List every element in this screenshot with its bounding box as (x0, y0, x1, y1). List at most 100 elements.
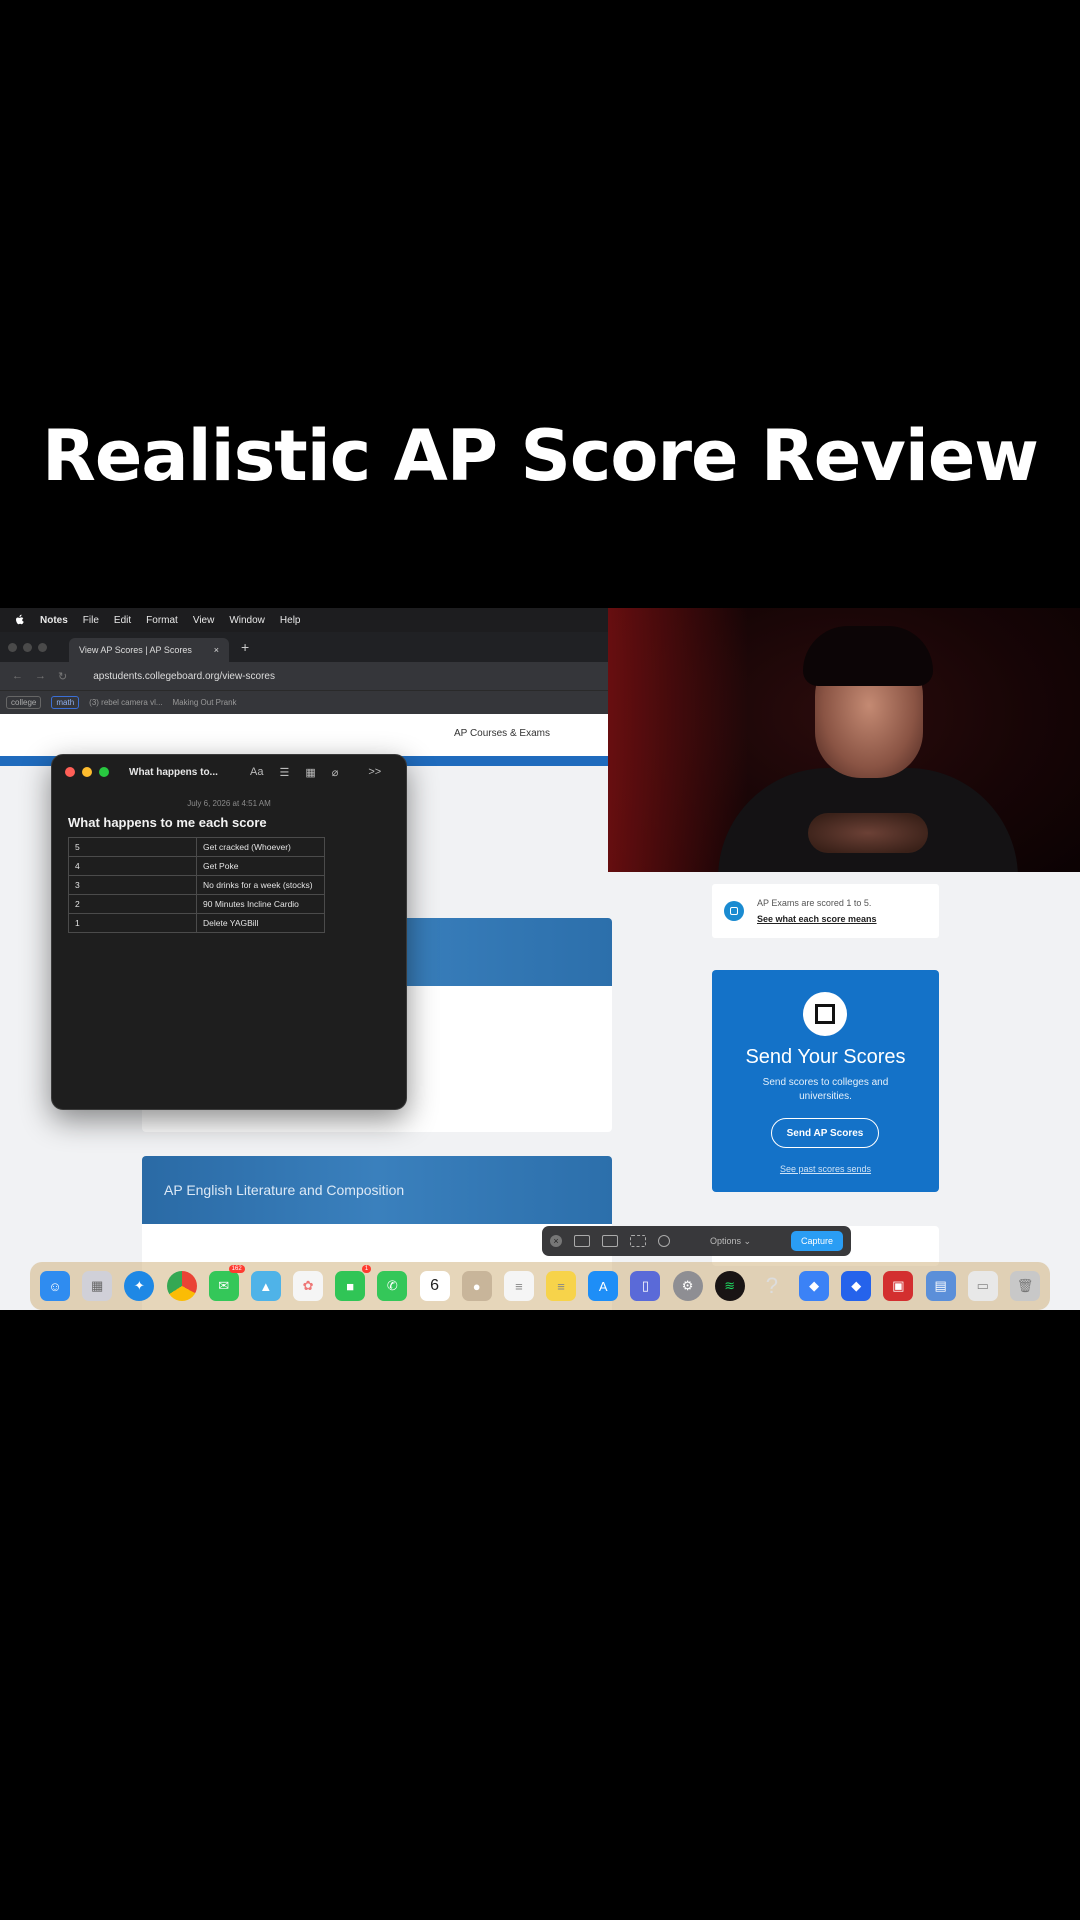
options-dropdown[interactable]: Options ⌄ (710, 1236, 751, 1247)
attachment-icon[interactable]: ⌀ (332, 766, 339, 779)
action-cell[interactable]: Get Poke (196, 856, 325, 876)
course-card-title: AP English Literature and Composition (164, 1182, 405, 1198)
facetime-icon[interactable]: ■ 1 (335, 1265, 372, 1301)
photo-booth-icon[interactable]: ▣ (883, 1271, 914, 1301)
tab-title: View AP Scores | AP Scores (79, 645, 192, 655)
note-heading[interactable]: What happens to me each score (68, 815, 267, 830)
browser-tab-active[interactable]: View AP Scores | AP Scores × (69, 638, 229, 662)
contacts-icon[interactable]: ● (461, 1271, 492, 1301)
bookmark-making-out-prank[interactable]: Making Out Prank (173, 698, 237, 707)
simulator-icon[interactable]: ▯ (630, 1271, 661, 1301)
close-icon[interactable]: × (550, 1235, 562, 1247)
capture-window-icon[interactable] (602, 1235, 618, 1247)
phone-icon[interactable]: ✆ (377, 1271, 408, 1301)
spotify-icon[interactable]: ≋ (714, 1271, 745, 1301)
browser-tab-bar: View AP Scores | AP Scores × + (0, 632, 608, 662)
score-cell[interactable]: 5 (68, 837, 197, 857)
maps-icon[interactable]: ▲ (250, 1271, 281, 1301)
apple-icon[interactable] (14, 614, 26, 626)
roblox-studio-icon[interactable]: ◆ (841, 1271, 872, 1301)
notes-icon[interactable]: ≡ (546, 1271, 577, 1301)
format-text-icon[interactable]: Aa (250, 766, 263, 778)
back-arrow-icon[interactable]: ← (12, 670, 23, 682)
app-store-icon[interactable]: A (588, 1271, 619, 1301)
screen-recording: Notes File Edit Format View Window Help … (0, 608, 1080, 1310)
send-scores-icon (803, 992, 847, 1036)
menu-app-notes[interactable]: Notes (40, 615, 68, 626)
score-cell[interactable]: 3 (68, 875, 197, 895)
downloads-icon[interactable]: ▭ (967, 1271, 998, 1301)
score-info-card: AP Exams are scored 1 to 5. See what eac… (712, 884, 939, 938)
table-icon[interactable]: ▦ (305, 766, 315, 779)
table-row[interactable]: 4 Get Poke (68, 856, 325, 876)
capture-button[interactable]: Capture (790, 1231, 843, 1251)
table-row[interactable]: 1 Delete YAGBill (68, 913, 325, 933)
safari-icon[interactable]: ✦ (124, 1271, 155, 1301)
send-scores-card: Send Your Scores Send scores to colleges… (712, 970, 939, 1192)
video-title: Realistic AP Score Review (42, 415, 1039, 497)
score-cell[interactable]: 1 (68, 913, 197, 933)
site-nav: AP Courses & Exams (0, 714, 608, 756)
system-settings-icon[interactable]: ⚙ (672, 1271, 703, 1301)
preview-icon[interactable]: ▤ (925, 1271, 956, 1301)
webcam-overlay (608, 608, 1080, 872)
notes-window[interactable]: What happens to... Aa ☰ ▦ ⌀ >> July 6, 2… (51, 754, 407, 1110)
action-cell[interactable]: Get cracked (Whoever) (196, 837, 325, 857)
notes-window-controls[interactable] (65, 767, 109, 777)
capture-screen-icon[interactable] (574, 1235, 590, 1247)
forward-arrow-icon[interactable]: → (35, 670, 46, 682)
note-date: July 6, 2026 at 4:51 AM (187, 799, 271, 808)
record-icon[interactable] (658, 1235, 670, 1247)
action-cell[interactable]: Delete YAGBill (196, 913, 325, 933)
score-cell[interactable]: 2 (68, 894, 197, 914)
menu-file[interactable]: File (83, 615, 99, 626)
send-scores-title: Send Your Scores (745, 1046, 906, 1068)
table-row[interactable]: 3 No drinks for a week (stocks) (68, 875, 325, 895)
finder-icon[interactable]: ☺ (40, 1271, 70, 1301)
help-icon[interactable]: ? (757, 1271, 787, 1301)
person-hair (803, 626, 933, 686)
score-table[interactable]: 5 Get cracked (Whoever) 4 Get Poke 3 No dri… (68, 837, 325, 933)
score-cell[interactable]: 4 (68, 856, 197, 876)
new-tab-button[interactable]: + (241, 639, 249, 655)
person-hands (808, 813, 928, 853)
bookmark-rebel-camera[interactable]: (3) rebel camera vl... (89, 698, 162, 707)
messages-badge: 162 (228, 1265, 245, 1273)
menu-window[interactable]: Window (229, 615, 265, 626)
menu-help[interactable]: Help (280, 615, 301, 626)
action-cell[interactable]: 90 Minutes Incline Cardio (196, 894, 325, 914)
reload-icon[interactable]: ↻ (58, 670, 67, 683)
tab-close-icon[interactable]: × (214, 645, 219, 655)
menu-format[interactable]: Format (146, 615, 178, 626)
past-score-sends-link[interactable]: See past scores sends (712, 1164, 939, 1174)
url-input[interactable] (93, 670, 474, 682)
nav-ap-courses-exams[interactable]: AP Courses & Exams (454, 728, 550, 739)
bookmark-math[interactable]: math (51, 696, 80, 709)
trash-icon[interactable]: 🗑 (1009, 1271, 1040, 1301)
chrome-icon[interactable] (166, 1271, 197, 1301)
table-row[interactable]: 5 Get cracked (Whoever) (68, 837, 325, 857)
browser-window-controls[interactable] (8, 642, 47, 652)
notes-window-title: What happens to... (129, 766, 218, 778)
bookmarks-bar: college math (3) rebel camera vl... Maki… (0, 690, 608, 714)
capture-selection-icon[interactable] (630, 1235, 646, 1247)
checklist-icon[interactable]: ☰ (279, 766, 289, 779)
menu-edit[interactable]: Edit (114, 615, 131, 626)
more-chevron-icon[interactable]: >> (368, 766, 381, 778)
score-meaning-link[interactable]: See what each score means (757, 914, 877, 924)
action-cell[interactable]: No drinks for a week (stocks) (196, 875, 325, 895)
dock: ☺ ▦ ✦ ✉ 162 ▲ ✿ ■ 1 ✆ 6 ● ≡ ≡ A ▯ ⚙ ≋ ? ◆ … (30, 1262, 1050, 1310)
messages-icon[interactable]: ✉ 162 (208, 1265, 245, 1301)
photos-icon[interactable]: ✿ (293, 1271, 324, 1301)
calendar-icon[interactable]: 6 (419, 1271, 450, 1301)
roblox-icon[interactable]: ◆ (799, 1271, 830, 1301)
launchpad-icon[interactable]: ▦ (82, 1271, 113, 1301)
reminders-icon[interactable]: ≡ (503, 1271, 534, 1301)
bookmark-college[interactable]: college (6, 696, 42, 709)
menu-view[interactable]: View (193, 615, 215, 626)
table-row[interactable]: 2 90 Minutes Incline Cardio (68, 894, 325, 914)
address-bar-row: ← → ↻ (0, 662, 608, 690)
send-scores-subtitle: Send scores to colleges and universities… (762, 1077, 889, 1102)
send-ap-scores-button[interactable]: Send AP Scores (771, 1118, 879, 1148)
facetime-badge: 1 (361, 1265, 372, 1273)
